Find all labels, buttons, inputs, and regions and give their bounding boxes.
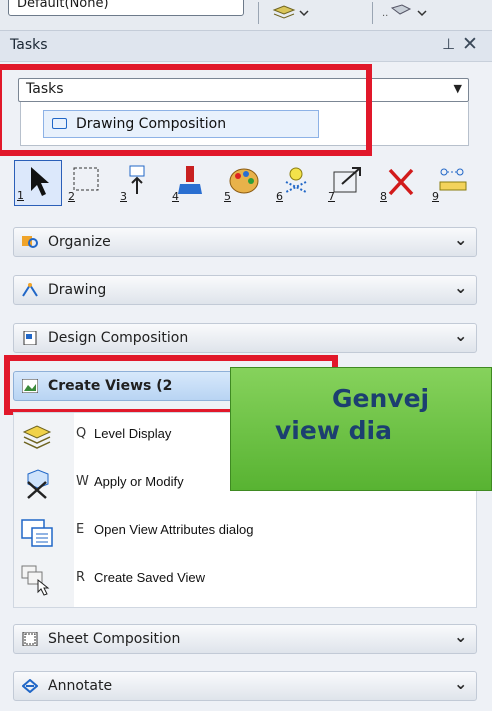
tool-select[interactable]: 1 (14, 160, 62, 206)
paint-brush-icon (178, 166, 202, 194)
toolbar-separator (258, 2, 259, 24)
drawing-icon (22, 283, 38, 297)
drawing-composition-label: Drawing Composition (76, 116, 227, 132)
svg-text:..: .. (382, 8, 388, 19)
tool-number: 1 (17, 189, 24, 202)
palette-icon (229, 168, 259, 194)
sheet-composition-icon (22, 632, 38, 646)
select-arrow-icon (31, 167, 49, 196)
tool-change-attributes[interactable]: 4 (170, 160, 218, 206)
section-label: Annotate (48, 678, 113, 694)
tool-element-selection[interactable]: 2 (66, 160, 114, 206)
section-organize[interactable]: Organize ⌄ (13, 227, 477, 257)
chevron-down-icon[interactable]: ⌄ (454, 230, 467, 249)
section-design-composition[interactable]: Design Composition ⌄ (13, 323, 477, 353)
section-label: Sheet Composition (48, 631, 181, 647)
view-cube-icon (27, 469, 49, 499)
dropdown-arrow-icon[interactable]: ▼ (454, 82, 462, 95)
shortcut-callout: Genvej view dia (230, 367, 492, 491)
shortcut-key: W (76, 474, 89, 489)
chevron-down-icon[interactable]: ⌄ (454, 627, 467, 646)
callout-line-1: Genvej (332, 384, 430, 413)
tool-number: 5 (224, 190, 231, 203)
list-item-open-view-attributes[interactable]: E Open View Attributes dialog (14, 510, 474, 554)
tool-number: 7 (328, 190, 335, 203)
tool-match-attributes[interactable]: 5 (222, 160, 270, 206)
chevron-down-icon[interactable]: ⌄ (454, 326, 467, 345)
panel-header: Tasks ⊥ ✕ (0, 31, 492, 62)
item-label: Apply or Modify (94, 474, 184, 489)
tool-number: 6 (276, 190, 283, 203)
annotate-icon (22, 679, 38, 693)
toolbar-separator (372, 2, 373, 24)
design-composition-icon (23, 331, 37, 345)
layers-icon (272, 5, 309, 19)
highlight-icon (285, 167, 307, 193)
shortcut-key: Q (76, 426, 87, 441)
pin-icon[interactable]: ⊥ (442, 35, 455, 53)
item-label: Create Saved View (94, 570, 206, 585)
section-label: Design Composition (48, 330, 189, 346)
tool-scale[interactable]: 7 (326, 160, 374, 206)
organize-icon (22, 236, 38, 248)
drawing-composition-icon (52, 118, 67, 129)
tool-number: 8 (380, 190, 387, 203)
section-annotate[interactable]: Annotate ⌄ (13, 671, 477, 701)
create-views-icon (22, 379, 38, 393)
tool-highlight[interactable]: 6 (274, 160, 322, 206)
scale-icon (333, 167, 361, 193)
section-drawing[interactable]: Drawing ⌄ (13, 275, 477, 305)
layers-dropdown-button[interactable] (270, 2, 310, 22)
panel-title: Tasks (10, 37, 48, 53)
tasks-dropdown[interactable]: Tasks ▼ (18, 78, 469, 102)
tool-number: 4 (172, 190, 179, 203)
chevron-down-icon[interactable]: ⌄ (454, 674, 467, 693)
tool-move[interactable]: 3 (118, 160, 166, 206)
tool-number: 3 (120, 190, 127, 203)
item-label: Level Display (94, 426, 172, 441)
top-toolbar: Default(None) .. (0, 0, 492, 31)
section-label: Drawing (48, 282, 107, 298)
section-sheet-composition[interactable]: Sheet Composition ⌄ (13, 624, 477, 654)
tasks-dropdown-value: Tasks (26, 81, 64, 97)
callout-line-2: view dia (275, 416, 392, 445)
tool-number: 9 (432, 190, 439, 203)
item-label: Open View Attributes dialog (94, 522, 254, 537)
close-icon[interactable]: ✕ (462, 33, 478, 55)
chevron-down-icon[interactable]: ⌄ (454, 278, 467, 297)
tasks-dropdown-list: Drawing Composition (20, 102, 469, 146)
model-combo[interactable]: Default(None) (8, 0, 244, 16)
tool-row: 1 2 3 4 5 6 7 8 9 (14, 160, 488, 208)
move-element-icon (129, 165, 145, 194)
delete-icon (388, 168, 414, 196)
layers-icon (22, 425, 52, 449)
section-label: Organize (48, 234, 111, 250)
tool-delete[interactable]: 8 (378, 160, 426, 206)
selection-box-icon (73, 167, 99, 191)
saved-view-icon (21, 565, 50, 596)
measure-icon (439, 168, 467, 191)
display-style-icon: .. (382, 4, 427, 19)
tool-number: 2 (68, 190, 75, 203)
view-attributes-icon (21, 519, 53, 547)
shortcut-key: E (76, 522, 85, 537)
tool-measure[interactable]: 9 (430, 160, 478, 206)
display-dropdown-button[interactable]: .. (380, 2, 430, 22)
drawing-composition-item[interactable]: Drawing Composition (43, 110, 319, 138)
shortcut-key: R (76, 570, 86, 585)
list-item-create-saved-view[interactable]: R Create Saved View (14, 558, 474, 602)
section-label: Create Views (2 (48, 378, 173, 394)
